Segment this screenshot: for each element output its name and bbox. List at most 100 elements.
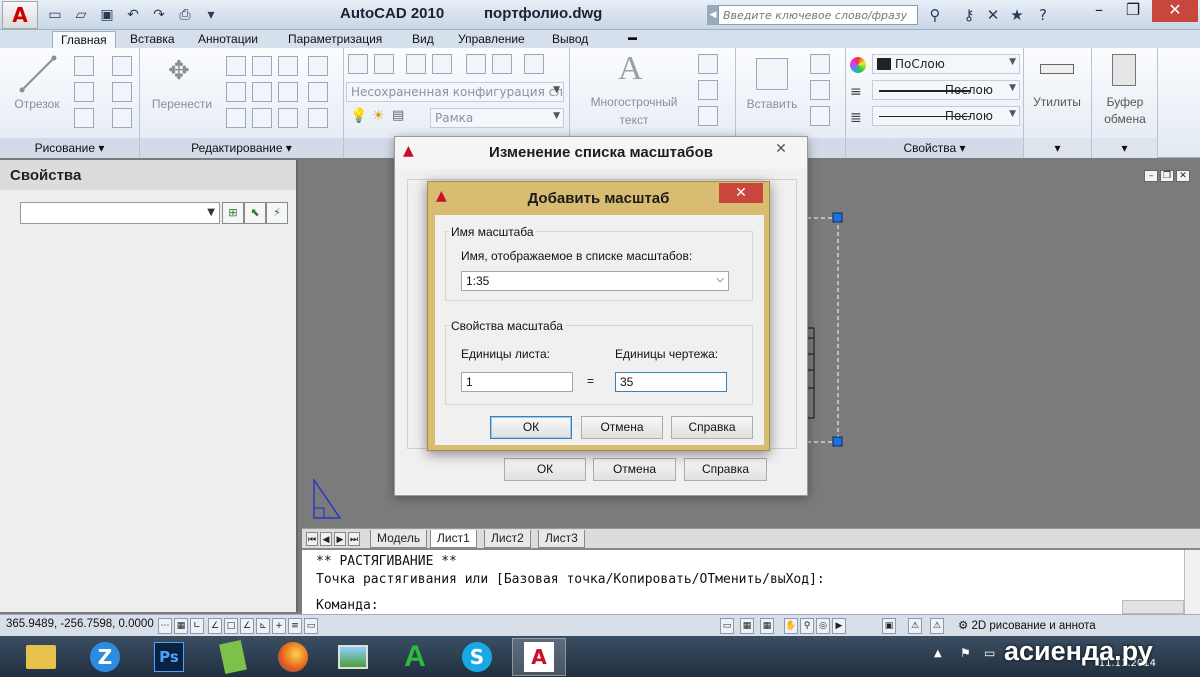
showmotion-icon[interactable]: ▶ <box>832 618 846 634</box>
dynamic-input-icon[interactable]: + <box>272 618 286 634</box>
select-objects-icon[interactable]: ⬉ <box>244 202 266 224</box>
measure-ruler-icon[interactable] <box>1040 64 1074 74</box>
print-icon[interactable]: ⎙ <box>174 4 196 26</box>
tab-insert[interactable]: Вставка <box>122 31 183 48</box>
layer-isolate-icon[interactable] <box>374 54 394 74</box>
color-wheel-icon[interactable] <box>850 57 866 73</box>
autocad-taskbar-icon[interactable]: A <box>512 638 566 676</box>
polyline-icon[interactable] <box>74 56 94 76</box>
add-scale-help-button[interactable]: Справка <box>671 416 753 439</box>
workspace-switcher[interactable]: ⚙ 2D рисование и аннота <box>958 618 1096 632</box>
utilities-expand[interactable]: ▾ <box>1024 138 1091 158</box>
utilities-label[interactable]: Утилиты <box>1024 94 1090 111</box>
linetype-combo[interactable]: Послою ▼ <box>872 80 1020 100</box>
scale-list-ok-button[interactable]: ОК <box>504 458 586 481</box>
action-center-flag-icon[interactable]: ⚑ <box>960 646 971 660</box>
skype-icon[interactable]: S <box>450 638 504 676</box>
application-menu-button[interactable]: A <box>2 1 38 29</box>
tray-chevron-icon[interactable]: ▲ <box>934 648 942 659</box>
line-tool-label[interactable]: Отрезок <box>6 96 68 113</box>
paste-clipboard-icon[interactable] <box>1112 54 1136 86</box>
block-attributes-icon[interactable] <box>810 106 830 126</box>
create-block-icon[interactable] <box>810 54 830 74</box>
last-layout-icon[interactable]: ⏭ <box>348 532 360 546</box>
minimize-icon[interactable]: – <box>1082 0 1116 22</box>
layer-off-icon[interactable] <box>492 54 512 74</box>
paper-units-input[interactable]: 1 <box>461 372 573 392</box>
properties-panel-title[interactable]: Свойства ▾ <box>846 138 1023 158</box>
ducs-icon[interactable]: ⊾ <box>256 618 270 634</box>
tab-output[interactable]: Вывод <box>544 31 596 48</box>
quick-select-icon[interactable]: ⚡ <box>266 202 288 224</box>
layout-tab-model[interactable]: Модель <box>370 530 428 548</box>
next-layout-icon[interactable]: ▶ <box>334 532 346 546</box>
hatch-icon[interactable] <box>112 108 132 128</box>
brush-icon[interactable] <box>226 108 246 128</box>
multiline-text-icon[interactable]: A <box>618 50 643 88</box>
drawing-units-input[interactable]: 35 <box>615 372 727 392</box>
color-combo[interactable]: ПоСлою ▼ <box>872 54 1020 74</box>
arc-icon[interactable] <box>112 56 132 76</box>
photoshop-icon[interactable]: Ps <box>142 638 196 676</box>
table-icon[interactable] <box>698 106 718 126</box>
lineweight-combo[interactable]: Послою ▼ <box>872 106 1020 126</box>
maximize-viewport-icon[interactable]: ▣ <box>882 618 896 634</box>
insert-block-icon[interactable] <box>756 58 788 90</box>
unlock-icon[interactable]: ▤ <box>392 108 404 123</box>
file-explorer-icon[interactable] <box>14 638 68 676</box>
help-icon[interactable]: ? <box>1032 4 1054 26</box>
erase-icon[interactable] <box>308 56 328 76</box>
ellipse-icon[interactable] <box>74 108 94 128</box>
mtext-label-1[interactable]: Многострочный <box>576 94 692 111</box>
undo-icon[interactable]: ↶ <box>122 4 144 26</box>
leader-icon[interactable] <box>698 80 718 100</box>
add-scale-ok-button[interactable]: ОК <box>490 416 572 439</box>
zoom-app-icon[interactable]: Z <box>78 638 132 676</box>
layer-freeze-icon[interactable] <box>524 54 544 74</box>
mtext-label-2[interactable]: текст <box>576 112 692 129</box>
maximize-icon[interactable]: ❐ <box>1116 0 1150 22</box>
tab-parametric[interactable]: Параметризация <box>280 31 390 48</box>
binoculars-icon[interactable]: ⚲ <box>924 4 946 26</box>
save-icon[interactable]: ▣ <box>96 4 118 26</box>
scale-name-input[interactable]: 1:35 ⌵ <box>461 271 729 291</box>
draw-panel-title[interactable]: Рисование ▾ <box>0 138 139 158</box>
selection-dropdown[interactable]: ▼ <box>20 202 220 224</box>
move-tool-label[interactable]: Перенести <box>146 96 218 113</box>
polar-tracking-icon[interactable]: ∠ <box>208 618 222 634</box>
object-snap-icon[interactable]: □ <box>224 618 238 634</box>
trim-icon[interactable] <box>278 56 298 76</box>
dimension-icon[interactable] <box>698 54 718 74</box>
copy-icon[interactable] <box>226 56 246 76</box>
scale-list-cancel-button[interactable]: Отмена <box>593 458 676 481</box>
snap-mode-icon[interactable]: ⋯ <box>158 618 172 634</box>
layout-tab-sheet2[interactable]: Лист2 <box>484 530 531 548</box>
add-scale-cancel-button[interactable]: Отмена <box>581 416 663 439</box>
fillet-icon[interactable] <box>226 82 246 102</box>
layer-state-combo[interactable]: Несохраненная конфигурация сл ▼ <box>346 82 564 102</box>
edit-block-icon[interactable] <box>810 80 830 100</box>
mirror-icon[interactable] <box>278 82 298 102</box>
redo-icon[interactable]: ↷ <box>148 4 170 26</box>
annotation-scale-icon[interactable]: ⚠ <box>908 618 922 634</box>
photo-viewer-icon[interactable] <box>326 638 380 676</box>
layer-properties-icon[interactable] <box>348 54 368 74</box>
clipboard-label-1[interactable]: Буфер <box>1092 94 1158 111</box>
steering-wheel-icon[interactable]: ◎ <box>816 618 830 634</box>
scale-icon[interactable] <box>252 108 272 128</box>
cursor-coordinates[interactable]: 365.9489, -256.7598, 0.0000 <box>6 618 154 630</box>
modify-panel-title[interactable]: Редактирование ▾ <box>140 138 343 158</box>
prev-layout-icon[interactable]: ◀ <box>320 532 332 546</box>
command-prompt[interactable]: Команда: <box>316 598 379 613</box>
key-icon[interactable]: ⚷ <box>958 4 980 26</box>
green-a-app-icon[interactable]: A <box>388 638 442 676</box>
otrack-icon[interactable]: ∠ <box>240 618 254 634</box>
grid-display-icon[interactable]: ▦ <box>174 618 188 634</box>
customize-toolbar-icon[interactable]: ▾ <box>200 4 222 26</box>
zoom-icon[interactable]: ⚲ <box>800 618 814 634</box>
new-file-icon[interactable]: ▭ <box>44 4 66 26</box>
toggle-pickadd-icon[interactable]: ⊞ <box>222 202 244 224</box>
search-input[interactable]: Введите ключевое слово/фразу <box>718 5 918 25</box>
communication-center-icon[interactable]: ✕ <box>982 4 1004 26</box>
model-paper-icon[interactable]: ▭ <box>720 618 734 634</box>
